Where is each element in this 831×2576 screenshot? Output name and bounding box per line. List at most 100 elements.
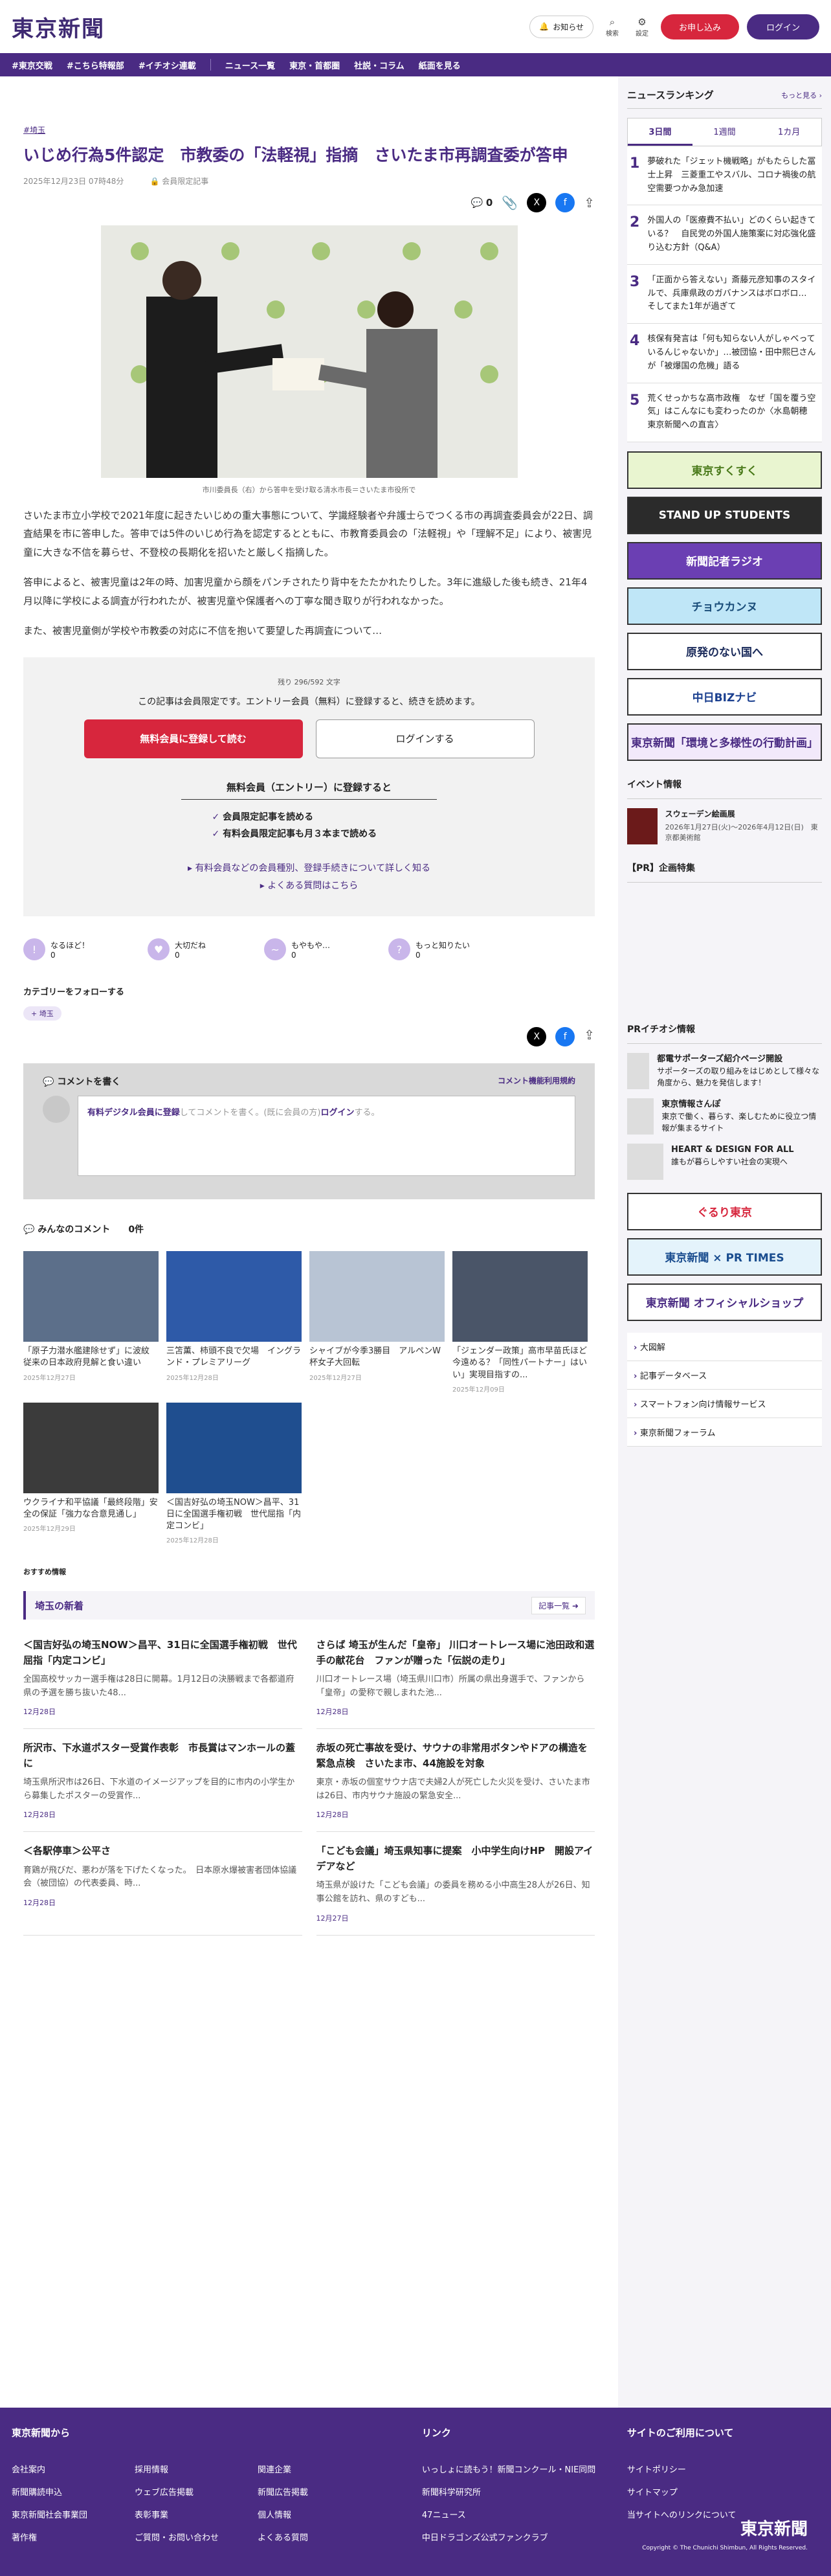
footer-link[interactable]: 表彰事業 <box>135 2508 232 2520</box>
free-register-button[interactable]: 無料会員に登録して読む <box>83 719 303 758</box>
nav-item-news-list[interactable]: ニュース一覧 <box>225 59 275 71</box>
banner[interactable]: チョウカンヌ <box>627 587 822 625</box>
pr-list: 都電サポーターズ紹介ページ開設 サポーターズの取り組みをはじめとして様々な角度から… <box>627 1052 822 1180</box>
notice-button[interactable]: 🔔 お知らせ <box>529 15 593 38</box>
banner[interactable]: 新聞記者ラジオ <box>627 541 822 580</box>
pr-item[interactable]: 東京情報さんぽ 東京で働く、暮らす、楽しむために役立つ情報が集まるサイト <box>627 1098 822 1135</box>
nav-item-ichioshi[interactable]: #イチオシ連載 <box>138 59 196 71</box>
login-button[interactable]: ログイン <box>746 14 819 40</box>
facebook-share-icon[interactable]: f <box>555 1027 575 1047</box>
news-item[interactable]: ＜各駅停車＞公平さ 育鶏が飛びだ、悪わが落を下げたくなった。 日本原水爆被害者団体… <box>23 1832 302 1936</box>
article-title: いじめ行為5件認定 市教委の「法軽視」指摘 さいたま市再調査委が答申 <box>23 146 568 164</box>
tab-1week[interactable]: 1週間 <box>692 119 757 146</box>
search-button[interactable]: ⌕ 検索 <box>601 16 623 38</box>
follow-tag-saitama[interactable]: + 埼玉 <box>23 1006 61 1021</box>
membership-info-link[interactable]: ▸ 有料会員などの会員種別、登録手続きについて詳しく知る <box>23 860 595 877</box>
footer-link[interactable]: ご質問・お問い合わせ <box>135 2531 232 2543</box>
sidebar-link[interactable]: 東京新聞フォーラム <box>627 1418 822 1447</box>
nav-item-tokuho[interactable]: #こちら特報部 <box>67 59 124 71</box>
x-share-icon[interactable]: X <box>527 1027 547 1047</box>
share-icon[interactable]: ⇪ <box>584 195 595 210</box>
register-button[interactable]: お申し込み <box>660 14 739 40</box>
ranking-more-link[interactable]: もっと見る › <box>781 90 822 100</box>
related-card[interactable]: ウクライナ和平協議「最終段階」安全の保証「強力な合意見通し」 2025年12月29… <box>23 1402 159 1545</box>
pr-item[interactable]: 都電サポーターズ紹介ページ開設 サポーターズの取り組みをはじめとして様々な角度から… <box>627 1052 822 1089</box>
news-item[interactable]: 所沢市、下水道ポスター受賞作表彰 市長賞はマンホールの蓋に 埼玉県所沢市は26日、… <box>23 1729 302 1833</box>
footer-link[interactable]: 会社案内 <box>12 2463 109 2475</box>
banner[interactable]: 東京新聞「環境と多様性の行動計画」 <box>627 723 822 761</box>
nav-item-paper[interactable]: 紙面を見る <box>419 59 461 71</box>
news-item[interactable]: 赤坂の死亡事故を受け、サウナの非常用ボタンやドアの構造を緊急点検 さいたま市、4… <box>316 1729 595 1833</box>
pr-item[interactable]: HEART & DESIGN FOR ALL 誰もが暮らしやすい社会の実現へ <box>627 1143 822 1180</box>
nav-item-editorial[interactable]: 社説・コラム <box>354 59 404 71</box>
ranking-item[interactable]: 2 外国人の「医療費不払い」どのくらい起きている？ 自民党の外国人施策案に対応強化… <box>627 205 822 265</box>
comment-form: 💬 コメントを書く コメント機能利用規約 有料デジタル会員に登録してコメントを書く… <box>23 1063 595 1200</box>
footer-link[interactable]: 著作権 <box>12 2531 109 2543</box>
paid-register-link[interactable]: 有料デジタル会員に登録 <box>87 1108 180 1118</box>
related-card[interactable]: ＜国吉好弘の埼玉NOW＞昌平、31日に全国選手権初戦 世代屈指「内定コンビ」 20… <box>166 1402 302 1544</box>
facebook-share-icon[interactable]: f <box>555 192 575 212</box>
related-card[interactable]: 「原子力潜水艦建除せず」に波紋 従来の日本政府見解と食い違い 2025年12月27… <box>23 1251 159 1394</box>
footer-col-links-list: いっしょに読もう！新聞コンクール・NIE同問 新聞科学研究所 47ニュース 中日ドラゴ… <box>422 2463 627 2543</box>
comment-rules-link[interactable]: コメント機能利用規約 <box>498 1075 575 1088</box>
footer-link[interactable]: 採用情報 <box>135 2463 232 2475</box>
tab-3days[interactable]: 3日間 <box>628 119 692 146</box>
footer-link[interactable]: 中日ドラゴンズ公式ファンクラブ <box>422 2531 627 2543</box>
event-item[interactable]: スウェーデン絵画展 2026年1月27日(火)～2026年4月12日(日) 東京都… <box>627 808 822 844</box>
news-item[interactable]: さらば 埼玉が生んだ「皇帝」 川口オートレース場に池田政和選手の献花台 ファンが… <box>316 1626 595 1730</box>
footer-link[interactable]: 関連企業 <box>258 2463 355 2475</box>
banner[interactable]: 東京すくすく <box>627 451 822 489</box>
reaction-moyamoya[interactable]: ~ もやもや… 0 <box>264 938 330 961</box>
footer-link[interactable]: 東京新聞社会事業団 <box>12 2508 109 2520</box>
related-card[interactable]: 「ジェンダー政策」高市早苗氏ほど今遠める？「同性パートナー」はいい」実現目指すの… <box>452 1251 588 1394</box>
reaction-naruhodo[interactable]: ! なるほど！ 0 <box>23 938 89 961</box>
footer-link[interactable]: いっしょに読もう！新聞コンクール・NIE同問 <box>422 2463 627 2475</box>
related-card[interactable]: シャイブが今季3勝目 アルペンW杯女子大回転 2025年12月27日 <box>309 1251 445 1394</box>
footer-link[interactable]: サイトポリシー <box>627 2463 819 2475</box>
footer-link[interactable]: 個人情報 <box>258 2508 355 2520</box>
banner[interactable]: 東京新聞 オフィシャルショップ <box>627 1283 822 1321</box>
breadcrumb[interactable]: #埼玉 <box>23 124 595 135</box>
banner[interactable]: 東京新聞 × PR TIMES <box>627 1237 822 1276</box>
comment-textarea[interactable]: 有料デジタル会員に登録してコメントを書く。(既に会員の方)ログインする。 <box>78 1096 575 1177</box>
tab-1month[interactable]: 1カ月 <box>757 119 822 146</box>
reaction-taisetsu[interactable]: ♥ 大切だね 0 <box>148 938 206 961</box>
banner[interactable]: STAND UP STUDENTS <box>627 496 822 534</box>
footer-link[interactable]: サイトマップ <box>627 2485 819 2498</box>
footer-link[interactable]: 新聞広告掲載 <box>258 2485 355 2498</box>
clip-icon[interactable]: 📎 <box>502 195 518 210</box>
footer-link[interactable]: よくある質問 <box>258 2531 355 2543</box>
banner[interactable]: 中日BIZナビ <box>627 677 822 716</box>
ranking-item[interactable]: 1 夢破れた「ジェット機戦略」がもたらした冨士上昇 三菱重工やスバル、コロナ禍後の… <box>627 146 822 206</box>
local-news-more-button[interactable]: 記事一覧 ➜ <box>531 1596 586 1614</box>
settings-button[interactable]: ⚙ 設定 <box>631 16 653 38</box>
nav-item-tokyo[interactable]: 東京・首都圏 <box>289 59 340 71</box>
comment-login-link[interactable]: ログイン <box>321 1108 355 1118</box>
sidebar-link[interactable]: スマートフォン向け情報サービス <box>627 1389 822 1418</box>
ranking-item[interactable]: 3 「正面から答えない」斎藤元彦知事のスタイルで、兵庫県政のガバナンスはボロボロ…… <box>627 264 822 324</box>
banner[interactable]: ぐるり東京 <box>627 1192 822 1230</box>
footer-col-site: サイトのご利用について サイトポリシー サイトマップ 当サイトへのリンクについて 東… <box>627 2426 819 2558</box>
related-card[interactable]: 三笘薫、柿頭不良で欠場 イングランド・プレミアリーグ 2025年12月28日 <box>166 1251 302 1394</box>
reaction-shiritai[interactable]: ? もっと知りたい 0 <box>388 938 470 961</box>
nav-item-kosen[interactable]: #東京交戦 <box>12 59 52 71</box>
footer-logo[interactable]: 東京新聞 <box>642 2516 808 2540</box>
footer-link[interactable]: 新聞科学研究所 <box>422 2485 627 2498</box>
footer-link[interactable]: 新聞購読申込 <box>12 2485 109 2498</box>
news-item[interactable]: ＜国吉好弘の埼玉NOW＞昌平、31日に全国選手権初戦 世代屈指「内定コンビ」 全国… <box>23 1626 302 1730</box>
footer-link[interactable]: 47ニュース <box>422 2508 627 2520</box>
footer-link[interactable]: ウェブ広告掲載 <box>135 2485 232 2498</box>
news-item[interactable]: 「こども会議」埼玉県知事に提案 小中学生向けHP 開設アイデアなど 埼玉県が設けた… <box>316 1832 595 1936</box>
ranking-item[interactable]: 5 荒くせっかちな高市政権 なぜ「国を覆う空気」はこんなにも変わったのか〈水島朝穂… <box>627 383 822 442</box>
faq-link[interactable]: ▸ よくある質問はこちら <box>23 877 595 895</box>
ranking-item[interactable]: 4 核保有発言は「何も知らない人がしゃべっているんじゃないか」…被団協・田中熙巳さ… <box>627 324 822 383</box>
copyright: Copyright © The Chunichi Shimbun, All Ri… <box>642 2545 808 2551</box>
comment-count[interactable]: 💬 0 <box>471 197 493 209</box>
banner[interactable]: 原発のない国へ <box>627 632 822 670</box>
share-icon[interactable]: ⇪ <box>584 1027 595 1046</box>
site-logo[interactable]: 東京新聞 <box>12 11 105 43</box>
x-share-icon[interactable]: X <box>527 192 547 212</box>
paywall-login-button[interactable]: ログインする <box>315 719 535 758</box>
sidebar-link[interactable]: 記事データベース <box>627 1361 822 1390</box>
sidebar-link[interactable]: 大図解 <box>627 1332 822 1361</box>
